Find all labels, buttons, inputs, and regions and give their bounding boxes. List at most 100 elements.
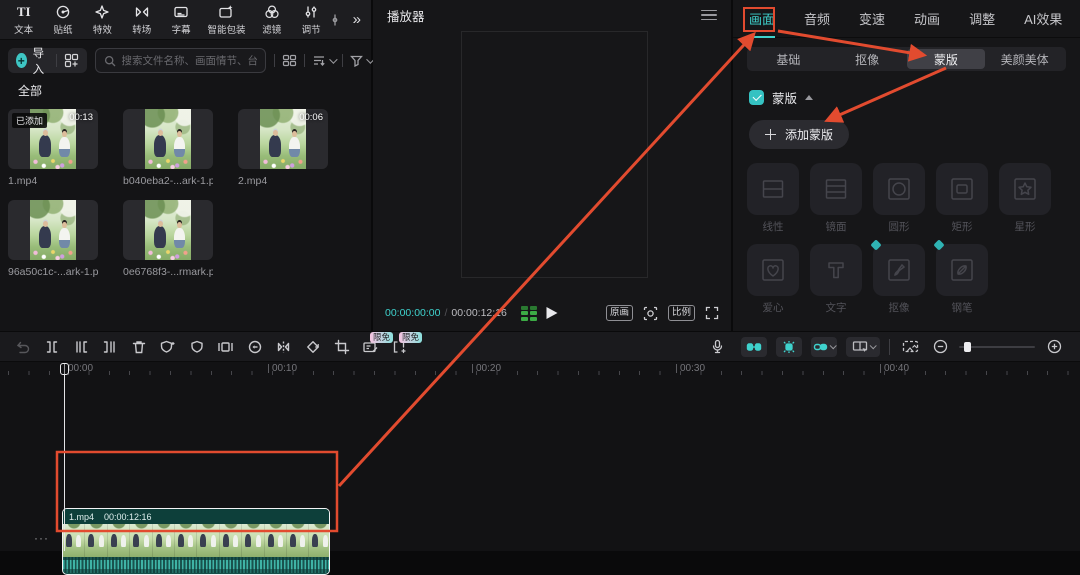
smart-pack-icon <box>218 4 234 20</box>
playhead-handle[interactable] <box>60 363 69 375</box>
media-panel: TI 文本 贴纸 特效 转场 字幕 智能包装 滤镜 调节 <box>0 0 371 331</box>
mask-shape-circle[interactable]: 圆形 <box>873 163 925 234</box>
timeline-zoom-slider[interactable] <box>959 346 1035 348</box>
filter-button[interactable] <box>350 54 372 67</box>
preview-axis-toggle[interactable] <box>846 337 880 357</box>
tab-animation[interactable]: 动画 <box>914 9 940 28</box>
toolbar-item-sticker[interactable]: 贴纸 <box>43 4 82 36</box>
collapse-caret-icon[interactable] <box>805 95 813 100</box>
subtab-basic[interactable]: 基础 <box>749 49 828 69</box>
toolbar-item-partial[interactable] <box>331 12 345 28</box>
toolbar-expand-button[interactable]: » <box>345 11 367 28</box>
linkage-toggle[interactable] <box>776 337 802 357</box>
chevron-down-icon <box>830 342 837 349</box>
timeline-ruler[interactable]: 00:00 00:10 00:20 00:30 00:40 <box>0 362 1080 380</box>
grid-view-icon[interactable] <box>282 53 297 68</box>
plus-icon <box>765 129 776 140</box>
mask-shape-rectangle[interactable]: 矩形 <box>936 163 988 234</box>
link-clips-toggle[interactable] <box>811 337 837 357</box>
material-library-icon[interactable] <box>64 53 79 68</box>
media-item[interactable]: b040eba2-...ark-1.png <box>123 109 213 187</box>
sort-button[interactable] <box>312 54 335 67</box>
frame-tool-icon[interactable] <box>211 332 240 362</box>
snap-toggle[interactable] <box>741 337 767 357</box>
play-button[interactable] <box>547 307 558 319</box>
media-item[interactable]: 已添加 00:13 1.mp4 <box>8 109 98 187</box>
effects-icon <box>94 4 110 20</box>
tab-speed[interactable]: 变速 <box>859 9 885 28</box>
player-menu-icon[interactable] <box>701 10 717 21</box>
toolbar-item-adjust[interactable]: 调节 <box>291 4 330 36</box>
video-clip[interactable]: 1.mp4 00:00:12:16 <box>62 508 330 575</box>
adjust-icon <box>303 4 319 20</box>
original-quality-button[interactable]: 原画 <box>606 305 633 321</box>
toolbar-item-smart-pack[interactable]: 智能包装 <box>201 4 252 36</box>
ratio-button[interactable]: 比例 <box>668 305 695 321</box>
playhead-line[interactable] <box>64 363 65 551</box>
zoom-out-icon[interactable] <box>930 332 950 362</box>
mask-shape-star[interactable]: 星形 <box>999 163 1051 234</box>
toolbar-item-effects[interactable]: 特效 <box>83 4 122 36</box>
mirror-icon[interactable] <box>269 332 298 362</box>
captions-icon <box>173 4 189 20</box>
record-voiceover-icon[interactable] <box>703 332 732 362</box>
trim-right-icon[interactable] <box>95 332 124 362</box>
audio-meter-icon[interactable] <box>521 306 537 321</box>
divider <box>889 339 890 355</box>
app-root: { "colors": { "accent": "#3fd2cd", "anno… <box>0 0 1080 551</box>
toolbar-item-transition[interactable]: 转场 <box>122 4 161 36</box>
media-item[interactable]: 0e6768f3-...rmark.png <box>123 200 213 278</box>
mask-shape-pen[interactable]: 钢笔 <box>936 244 988 315</box>
media-item[interactable]: 00:06 2.mp4 <box>238 109 328 187</box>
reverse-icon[interactable] <box>240 332 269 362</box>
import-button-group: + 导入 <box>8 48 87 73</box>
filters-icon <box>264 4 280 20</box>
media-thumbnail <box>123 109 213 169</box>
search-input[interactable] <box>122 55 257 67</box>
mask-shape-text[interactable]: 文字 <box>810 244 862 315</box>
fullscreen-icon[interactable] <box>705 306 719 320</box>
zoom-slider-handle[interactable] <box>964 342 971 352</box>
freeze-frame-icon[interactable] <box>153 332 182 362</box>
media-item[interactable]: 96a50c1c-...ark-1.png <box>8 200 98 278</box>
media-filename: 2.mp4 <box>238 175 328 187</box>
import-button[interactable]: + 导入 <box>16 45 49 77</box>
tab-ai-effects[interactable]: AI效果 <box>1024 9 1062 28</box>
auto-captions-icon[interactable]: 限免 <box>356 332 385 362</box>
focus-preview-icon[interactable] <box>643 306 658 321</box>
media-filename: 0e6768f3-...rmark.png <box>123 266 213 278</box>
mask-shape-linear[interactable]: 线性 <box>747 163 799 234</box>
toolbar-item-filters[interactable]: 滤镜 <box>252 4 291 36</box>
rotate-icon[interactable] <box>298 332 327 362</box>
video-preview[interactable] <box>462 32 647 277</box>
crop-icon[interactable] <box>327 332 356 362</box>
tab-picture[interactable]: 画面 <box>749 9 775 28</box>
zoom-in-icon[interactable] <box>1044 332 1064 362</box>
track-options-button[interactable]: ··· <box>34 531 49 545</box>
undo-icon[interactable] <box>8 332 37 362</box>
mask-enabled-checkbox[interactable] <box>749 90 764 105</box>
toolbar-item-captions[interactable]: 字幕 <box>162 4 201 36</box>
timeline-panel: 限免 限免 00:00 00:10 00:20 00:30 00:40 ··· <box>0 332 1080 551</box>
subtab-chroma-key[interactable]: 抠像 <box>828 49 907 69</box>
subtab-beauty[interactable]: 美颜美体 <box>985 49 1064 69</box>
mask-tool-icon[interactable] <box>182 332 211 362</box>
split-icon[interactable] <box>37 332 66 362</box>
added-badge: 已添加 <box>12 113 47 128</box>
tab-adjust[interactable]: 调整 <box>969 9 995 28</box>
total-timecode: 00:00:12:16 <box>451 307 506 319</box>
toolbar-item-text[interactable]: TI 文本 <box>4 4 43 36</box>
clip-label: 1.mp4 00:00:12:16 <box>63 509 329 524</box>
view-controls <box>274 53 372 68</box>
snapshot-icon[interactable] <box>899 332 921 362</box>
trim-left-icon[interactable] <box>66 332 95 362</box>
mask-shape-heart[interactable]: 爱心 <box>747 244 799 315</box>
chevron-down-icon <box>869 342 876 349</box>
add-mask-button[interactable]: 添加蒙版 <box>749 120 849 149</box>
mask-shape-mirror[interactable]: 镜面 <box>810 163 862 234</box>
subtab-mask[interactable]: 蒙版 <box>907 49 986 69</box>
mask-shape-cutout[interactable]: 抠像 <box>873 244 925 315</box>
tab-audio[interactable]: 音频 <box>804 9 830 28</box>
delete-icon[interactable] <box>124 332 153 362</box>
vip-diamond-icon <box>870 239 881 250</box>
